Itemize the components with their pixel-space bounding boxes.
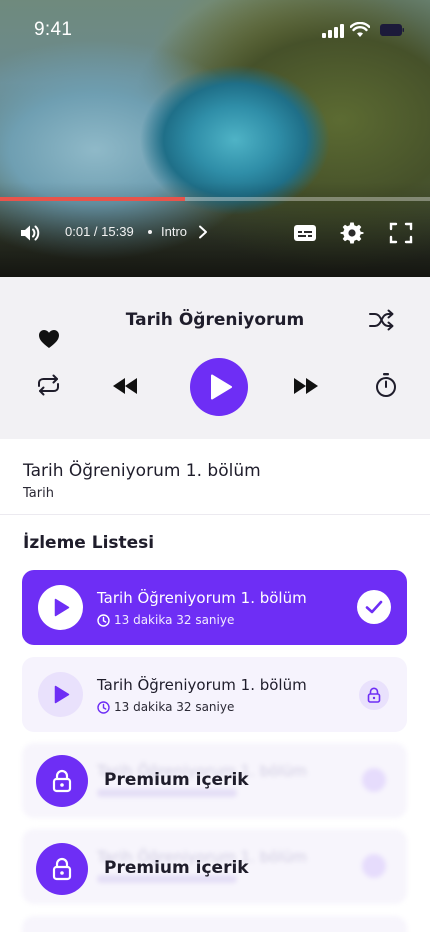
item-title: Tarih Öğreniyorum 1. bölüm: [97, 589, 307, 607]
premium-item-blurred: [22, 916, 407, 932]
subtitles-icon[interactable]: [293, 222, 317, 244]
separator-dot: [148, 230, 152, 234]
watchlist-item[interactable]: Tarih Öğreniyorum 1. bölüm 13 dakika 32 …: [22, 657, 407, 732]
play-icon: [54, 685, 70, 704]
premium-label: Premium içerik: [104, 770, 249, 790]
check-icon: [357, 590, 391, 624]
item-duration: 13 dakika 32 saniye: [114, 613, 235, 627]
premium-content-button[interactable]: Premium içerik: [36, 843, 336, 895]
player-panel: Tarih Öğreniyorum: [0, 277, 430, 439]
app-screen: 9:41 0:01 / 15:39 Intro Tarih Öğreniyoru…: [0, 0, 430, 932]
clock-icon: [97, 701, 110, 714]
play-button[interactable]: [190, 358, 248, 416]
video-time: 0:01 / 15:39: [65, 224, 134, 239]
play-icon: [211, 374, 232, 400]
status-bar: 9:41: [0, 0, 430, 54]
chapter-label[interactable]: Intro: [161, 224, 187, 239]
episode-title: Tarih Öğreniyorum 1. bölüm: [23, 461, 261, 481]
wifi-icon: [350, 22, 370, 37]
item-play-button[interactable]: [38, 672, 83, 717]
battery-icon: [380, 24, 404, 36]
watchlist-heading: İzleme Listesi: [23, 533, 155, 553]
play-icon: [54, 598, 70, 617]
repeat-icon[interactable]: [35, 373, 62, 397]
gear-icon[interactable]: [340, 221, 364, 245]
lock-icon: [36, 755, 88, 807]
video-controls: 0:01 / 15:39 Intro: [0, 216, 430, 250]
video-player[interactable]: 9:41 0:01 / 15:39 Intro: [0, 0, 430, 277]
video-progress-bar[interactable]: [0, 197, 430, 201]
heart-icon[interactable]: [38, 329, 60, 349]
lock-icon: [362, 854, 386, 878]
chevron-right-icon[interactable]: [197, 224, 209, 240]
status-time: 9:41: [34, 19, 73, 40]
shuffle-icon[interactable]: [368, 307, 395, 333]
clock-icon: [97, 614, 110, 627]
lock-icon: [359, 680, 389, 710]
rewind-icon[interactable]: [112, 377, 138, 395]
fullscreen-icon[interactable]: [389, 222, 413, 244]
fast-forward-icon[interactable]: [293, 377, 319, 395]
lock-icon: [36, 843, 88, 895]
divider: [0, 514, 430, 515]
episode-category: Tarih: [23, 486, 54, 501]
premium-label: Premium içerik: [104, 858, 249, 878]
signal-icon: [322, 24, 344, 38]
timer-icon[interactable]: [374, 372, 398, 398]
video-progress-fill: [0, 197, 185, 201]
premium-content-button[interactable]: Premium içerik: [36, 755, 336, 807]
volume-icon[interactable]: [18, 221, 42, 245]
item-duration: 13 dakika 32 saniye: [114, 700, 235, 714]
player-title: Tarih Öğreniyorum: [125, 310, 305, 330]
item-play-button[interactable]: [38, 585, 83, 630]
item-title: Tarih Öğreniyorum 1. bölüm: [97, 676, 307, 694]
lock-icon: [362, 768, 386, 792]
watchlist-item-active[interactable]: Tarih Öğreniyorum 1. bölüm 13 dakika 32 …: [22, 570, 407, 645]
